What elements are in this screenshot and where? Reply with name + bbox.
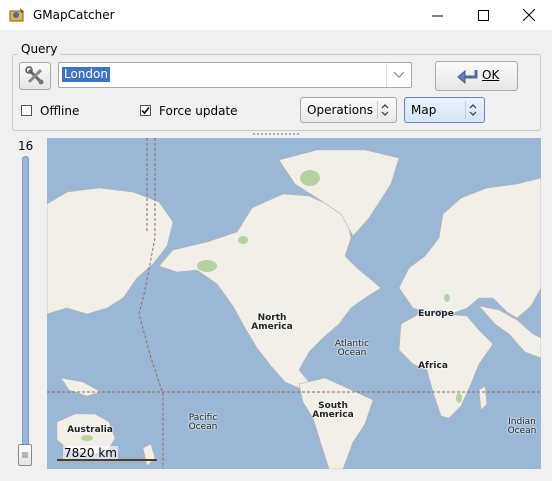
minimize-icon	[431, 15, 443, 16]
label-europe: Europe	[418, 309, 454, 319]
updown-arrow-icon	[377, 101, 389, 119]
date-line	[138, 138, 164, 469]
maximize-button[interactable]	[460, 0, 506, 30]
pane-resize-grip[interactable]	[252, 132, 300, 136]
search-input[interactable]: London	[62, 67, 110, 82]
south-america-landmass	[298, 377, 374, 469]
map-type-select-label: Map	[411, 103, 437, 117]
world-map	[47, 138, 541, 469]
minimize-button[interactable]	[414, 0, 460, 30]
map-scale-text: 7820 km	[63, 446, 118, 460]
zoom-level-label: 16	[18, 139, 34, 153]
map-view[interactable]: North America Atlantic Ocean Europe Afri…	[47, 138, 541, 469]
updown-arrow-icon	[465, 101, 477, 119]
eurasia-landmass	[398, 177, 541, 319]
settings-button[interactable]	[19, 62, 51, 90]
label-south-america: South America	[312, 401, 354, 420]
maximize-icon	[477, 9, 489, 21]
window-title: GMapCatcher	[33, 8, 115, 22]
ok-button[interactable]: OK	[435, 61, 518, 91]
grip-lines-icon	[22, 452, 28, 458]
search-dropdown-button[interactable]	[386, 63, 411, 87]
madagascar-island	[478, 385, 488, 411]
label-indian-ocean: Indian Ocean	[507, 417, 537, 436]
indonesia-islands	[60, 377, 102, 397]
search-combobox[interactable]: London	[58, 62, 412, 88]
force-update-label[interactable]: Force update	[159, 104, 238, 118]
chevron-down-icon	[394, 72, 404, 78]
east-asia-landmass	[47, 187, 174, 315]
offline-label[interactable]: Offline	[40, 104, 79, 118]
force-update-checkbox[interactable]	[140, 105, 151, 116]
park-area	[238, 236, 248, 244]
ok-button-label: OK	[482, 68, 500, 82]
label-australia: Australia	[67, 425, 113, 435]
label-africa: Africa	[418, 361, 448, 371]
park-area	[81, 435, 93, 441]
park-area	[197, 260, 217, 272]
map-scale-bar	[57, 459, 157, 461]
close-button[interactable]	[506, 0, 552, 30]
tools-icon	[25, 66, 44, 85]
label-atlantic-ocean: Atlantic Ocean	[334, 339, 370, 358]
map-type-select[interactable]: Map	[404, 97, 485, 123]
enter-arrow-icon	[457, 69, 478, 84]
query-frame-label: Query	[18, 42, 61, 56]
label-north-america: North America	[251, 313, 293, 332]
park-area	[456, 393, 462, 403]
checkmark-icon	[141, 107, 150, 115]
zoom-slider-handle[interactable]	[18, 444, 32, 466]
operations-select-label: Operations	[307, 103, 373, 117]
map-scale: 7820 km	[57, 446, 159, 462]
offline-checkbox[interactable]	[21, 105, 32, 116]
label-pacific-ocean: Pacific Ocean	[188, 413, 218, 432]
park-area	[444, 294, 450, 302]
close-icon	[523, 9, 535, 21]
park-area	[300, 170, 320, 186]
operations-select[interactable]: Operations	[300, 97, 397, 123]
zoom-slider[interactable]	[22, 156, 29, 460]
title-bar: GMapCatcher	[0, 0, 552, 30]
app-icon	[9, 8, 24, 22]
